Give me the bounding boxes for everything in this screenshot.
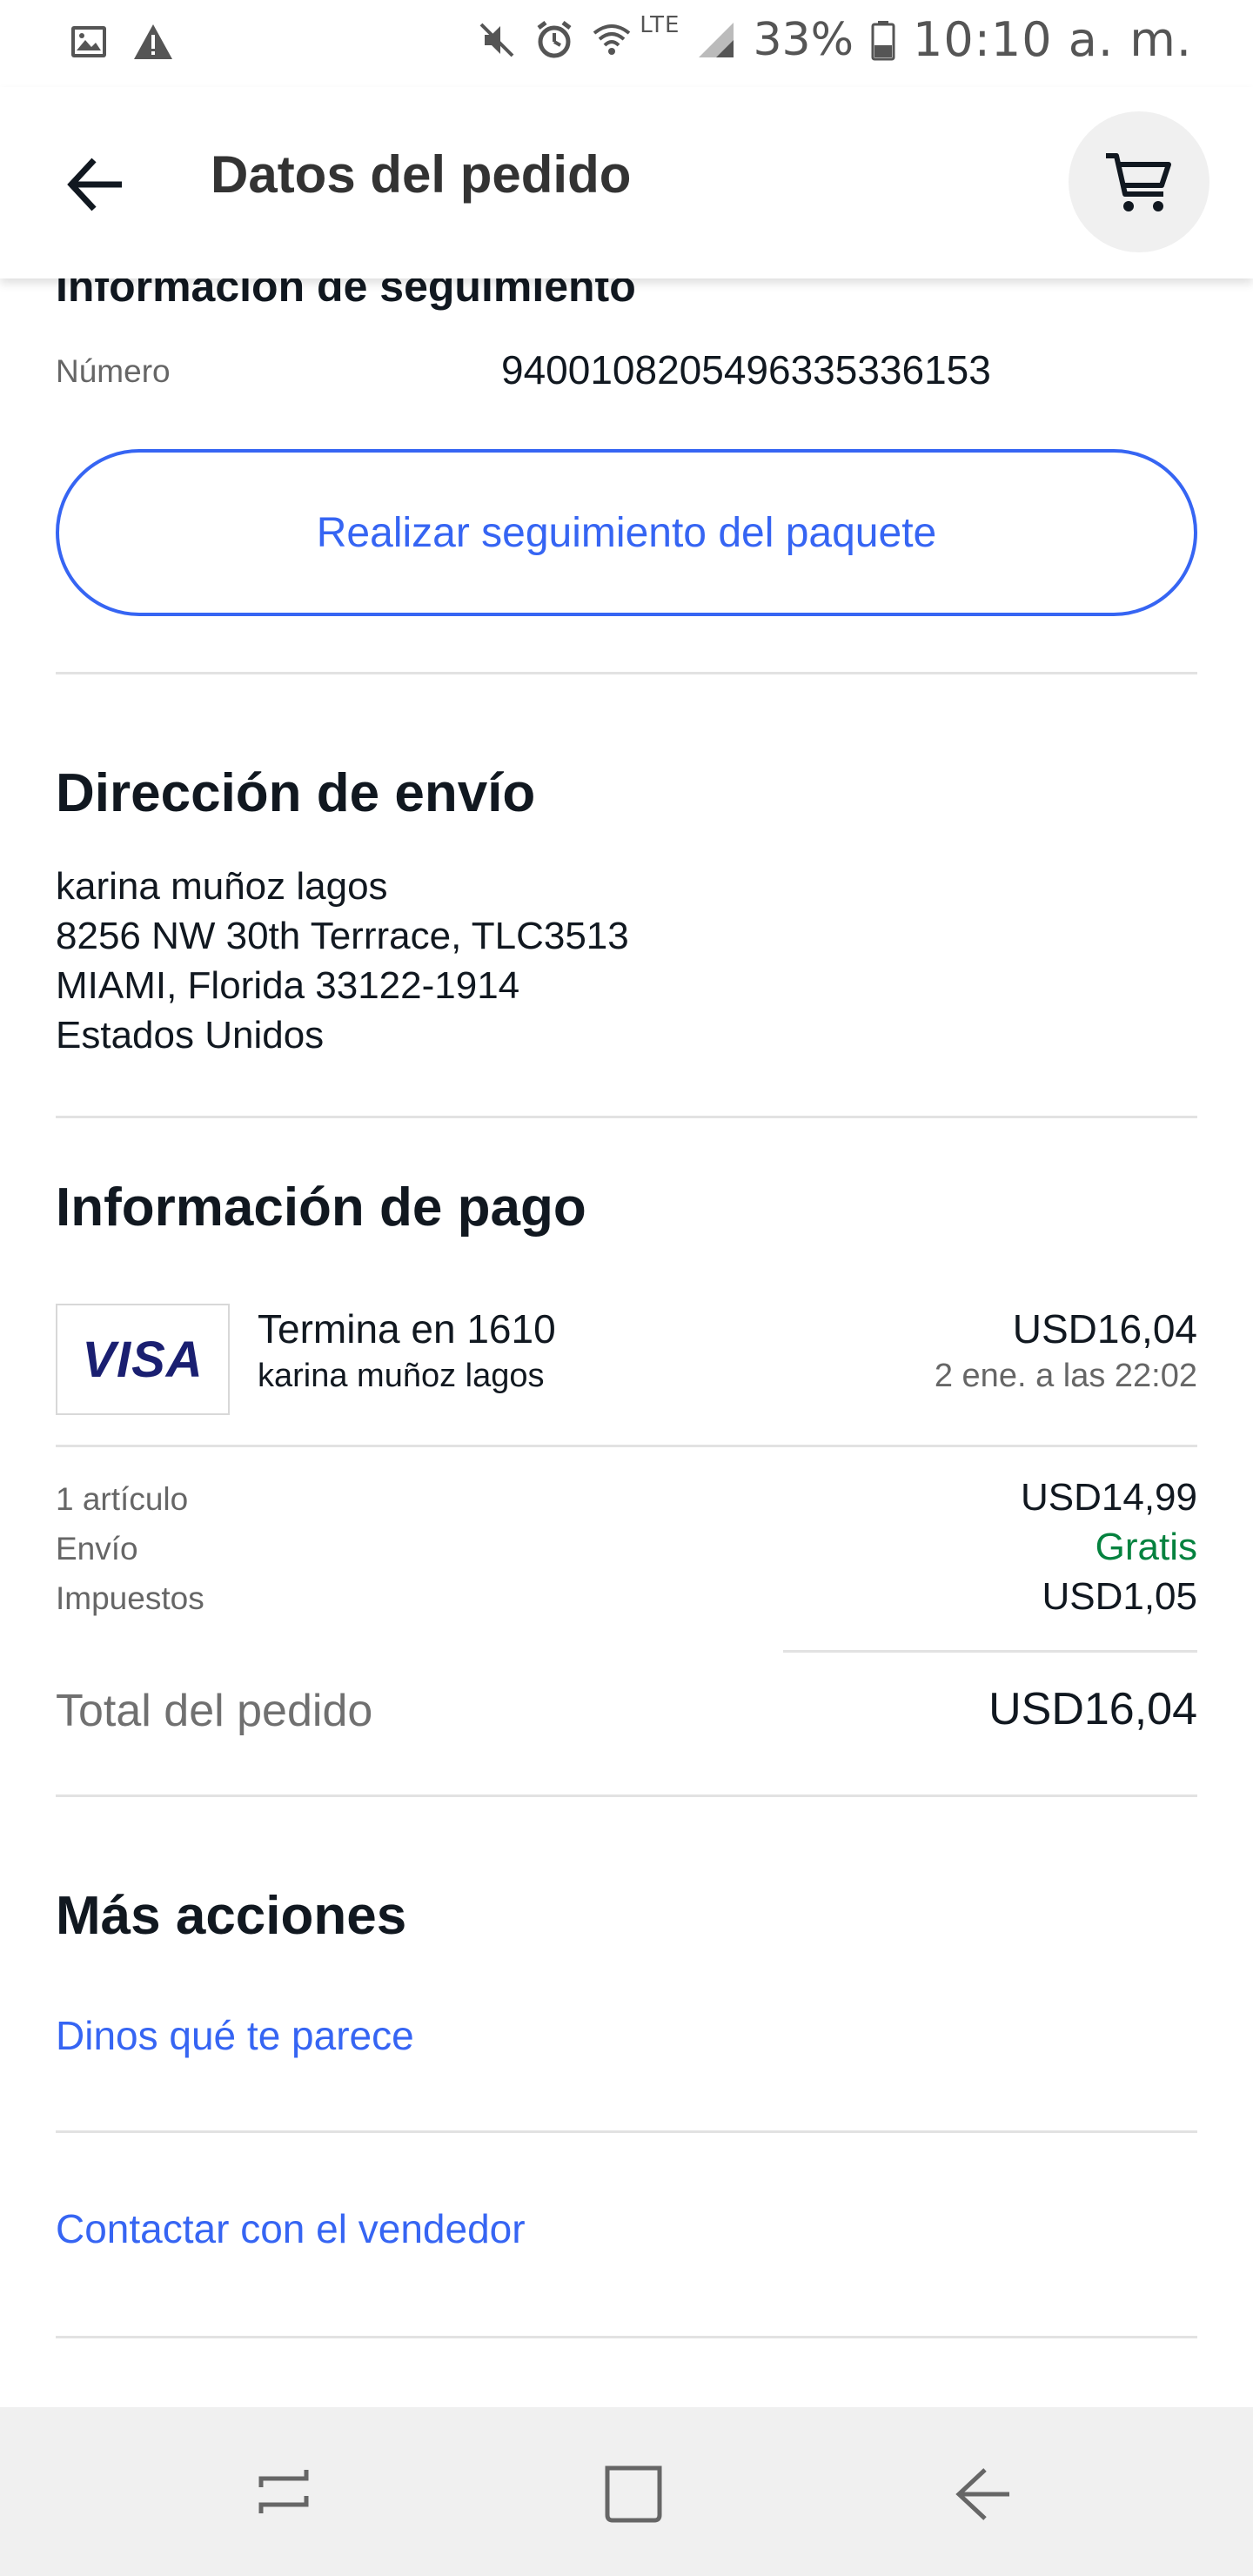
divider <box>56 1794 1197 1797</box>
payment-amount: USD16,04 <box>1012 1306 1197 1352</box>
back-button[interactable] <box>54 143 137 226</box>
image-notification-icon <box>71 26 106 57</box>
shipping-section-title: Dirección de envío <box>56 763 536 823</box>
warning-icon <box>134 24 172 59</box>
payment-section-title: Información de pago <box>56 1177 586 1238</box>
arrow-left-icon <box>67 158 122 211</box>
summary-taxes-value: USD1,05 <box>1042 1575 1197 1618</box>
tracking-number-value: 9400108205496335336153 <box>501 347 991 392</box>
summary-taxes-label: Impuestos <box>56 1580 204 1616</box>
visa-card-logo: VISA <box>56 1304 230 1415</box>
address-line: Estados Unidos <box>56 1014 325 1057</box>
status-bar: LTE 33% 10:10 a. m. <box>0 0 1253 87</box>
tracking-number-row: Número 9400108205496335336153 <box>56 346 1197 399</box>
recents-icon <box>258 2470 309 2513</box>
back-nav-icon <box>955 2468 1009 2520</box>
navigation-bar <box>0 2407 1253 2576</box>
cart-icon <box>1106 153 1171 211</box>
app-bar: Datos del pedido <box>0 87 1253 278</box>
wifi-icon <box>593 23 631 55</box>
track-package-button[interactable]: Realizar seguimiento del paquete <box>56 449 1197 616</box>
address-line: 8256 NW 30th Terrrace, TLC3513 <box>56 915 629 957</box>
summary-items-value: USD14,99 <box>1020 1476 1197 1519</box>
divider <box>56 2130 1197 2133</box>
card-ending: Termina en 1610 <box>258 1306 556 1352</box>
address-line: MIAMI, Florida 33122-1914 <box>56 964 520 1007</box>
network-type: LTE <box>640 12 680 38</box>
feedback-link[interactable]: Dinos qué te parece <box>56 2012 414 2059</box>
tracking-number-label: Número <box>56 353 171 389</box>
summary-shipping-label: Envío <box>56 1531 138 1566</box>
card-holder: karina muñoz lagos <box>258 1358 545 1394</box>
divider <box>56 2336 1197 2338</box>
summary-items-label: 1 artículo <box>56 1481 189 1517</box>
page-title: Datos del pedido <box>211 145 632 204</box>
signal-icon <box>699 22 734 57</box>
battery-icon <box>871 20 895 60</box>
card-brand: VISA <box>82 1331 204 1388</box>
alarm-icon <box>537 20 572 57</box>
address-line: karina muñoz lagos <box>56 865 388 908</box>
back-nav-button[interactable] <box>940 2451 1027 2538</box>
home-icon <box>605 2465 662 2523</box>
summary-shipping-value: Gratis <box>1095 1526 1197 1568</box>
shipping-address: karina muñoz lagos 8256 NW 30th Terrrace… <box>56 862 629 1060</box>
battery-percent: 33% <box>753 13 854 66</box>
order-total-value: USD16,04 <box>988 1684 1197 1734</box>
order-total-label: Total del pedido <box>56 1686 373 1736</box>
divider <box>56 672 1197 674</box>
clock: 10:10 a. m. <box>913 12 1192 67</box>
recents-button[interactable] <box>240 2451 327 2538</box>
payment-date: 2 ene. a las 22:02 <box>934 1358 1197 1394</box>
more-actions-title: Más acciones <box>56 1886 407 1946</box>
home-button[interactable] <box>590 2451 677 2538</box>
mute-icon <box>479 23 514 57</box>
contact-seller-link[interactable]: Contactar con el vendedor <box>56 2205 526 2252</box>
divider <box>56 1116 1197 1118</box>
divider <box>56 1445 1197 1447</box>
summary-divider <box>783 1650 1197 1653</box>
cart-button[interactable] <box>1069 111 1209 252</box>
